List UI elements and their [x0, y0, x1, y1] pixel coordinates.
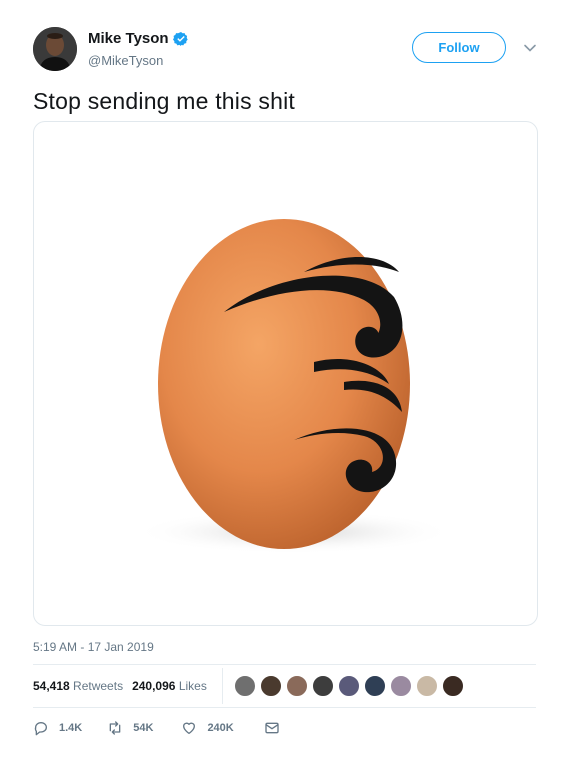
follow-button[interactable]: Follow	[412, 32, 506, 63]
liker-avatar[interactable]	[416, 675, 438, 697]
verified-badge-icon	[172, 31, 188, 46]
like-button[interactable]: 240K	[181, 720, 234, 736]
like-count: 240K	[207, 722, 234, 734]
heart-icon	[183, 722, 196, 734]
tweet-card: Mike Tyson @MikeTyson Follow Stop sendin…	[0, 0, 573, 765]
liker-avatar[interactable]	[234, 675, 256, 697]
reply-button[interactable]: 1.4K	[33, 720, 82, 736]
likes-stat[interactable]: 240,096 Likes	[132, 679, 207, 693]
divider	[33, 707, 536, 708]
user-handle[interactable]: @MikeTyson	[88, 53, 163, 68]
retweet-icon	[109, 721, 121, 735]
liker-avatar[interactable]	[390, 675, 412, 697]
liker-avatar[interactable]	[312, 675, 334, 697]
envelope-icon	[265, 722, 279, 734]
retweet-button[interactable]: 54K	[107, 720, 153, 736]
chevron-down-icon[interactable]	[523, 41, 537, 55]
name-row: Mike Tyson	[88, 30, 189, 47]
retweets-stat[interactable]: 54,418 Retweets	[33, 679, 123, 693]
stats-separator	[222, 668, 223, 704]
tweet-text: Stop sending me this shit	[33, 88, 295, 114]
likes-count: 240,096	[132, 679, 176, 693]
likes-label: Likes	[178, 679, 207, 693]
tweet-stats: 54,418 Retweets 240,096 Likes	[33, 679, 207, 693]
tweet-actions: 1.4K 54K 240K	[33, 720, 290, 736]
divider	[33, 664, 536, 665]
avatar[interactable]	[33, 27, 77, 71]
liker-avatar[interactable]	[286, 675, 308, 697]
egg-tattoo-image	[134, 219, 454, 554]
liker-avatar[interactable]	[364, 675, 386, 697]
retweets-count: 54,418	[33, 679, 70, 693]
liker-avatar[interactable]	[338, 675, 360, 697]
reply-icon	[34, 722, 47, 736]
display-name[interactable]: Mike Tyson	[88, 30, 169, 47]
avatar-image	[33, 27, 77, 71]
liker-avatar[interactable]	[260, 675, 282, 697]
tweet-timestamp[interactable]: 5:19 AM - 17 Jan 2019	[33, 640, 154, 654]
liker-avatars	[234, 675, 468, 697]
liker-avatar[interactable]	[442, 675, 464, 697]
reply-count: 1.4K	[59, 722, 83, 734]
retweet-count: 54K	[133, 722, 154, 734]
tweet-media[interactable]	[33, 121, 538, 626]
retweets-label: Retweets	[73, 679, 124, 693]
direct-message-button[interactable]	[264, 720, 290, 736]
